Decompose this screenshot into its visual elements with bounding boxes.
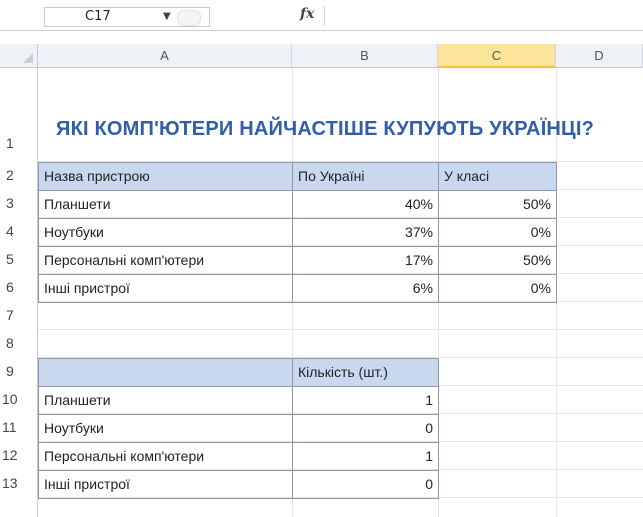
function-icon[interactable]: fx [300, 6, 314, 22]
row-header-6[interactable]: 6 [0, 273, 38, 301]
row-header-3[interactable]: 3 [0, 189, 38, 217]
formula-divider [324, 6, 325, 26]
row-header-2[interactable]: 2 [0, 161, 38, 189]
column-header-a[interactable]: A [38, 44, 292, 68]
table2-cell-count[interactable]: 1 [292, 442, 439, 471]
table2-header-empty[interactable] [38, 358, 293, 387]
table1-cell-device[interactable]: Персональні комп'ютери [38, 246, 293, 275]
row-header-4[interactable]: 4 [0, 217, 38, 245]
row-header-12[interactable]: 12 [0, 441, 38, 469]
table1-cell-class[interactable]: 50% [438, 246, 557, 275]
select-all-corner[interactable] [0, 44, 38, 68]
row-header-11[interactable]: 11 [0, 413, 38, 441]
row-header-9[interactable]: 9 [0, 357, 38, 385]
table1-cell-class[interactable]: 0% [438, 274, 557, 303]
resize-handle-icon[interactable] [177, 10, 201, 26]
formula-bar-area: C17 ▼ fx [0, 0, 643, 31]
table2-cell-device[interactable]: Планшети [38, 386, 293, 415]
table1-cell-ukraine[interactable]: 40% [292, 190, 439, 219]
row-header-10[interactable]: 10 [0, 385, 38, 413]
table1-cell-device[interactable]: Інші пристрої [38, 274, 293, 303]
row-header-7[interactable]: 7 [0, 301, 38, 329]
table2-cell-count[interactable]: 0 [292, 414, 439, 443]
formula-input[interactable] [328, 6, 640, 26]
column-header-d[interactable]: D [556, 44, 643, 68]
table1-cell-device[interactable]: Ноутбуки [38, 218, 293, 247]
row-header-8[interactable]: 8 [0, 329, 38, 357]
row-header-1[interactable]: 1 [0, 68, 38, 161]
row-header-14[interactable] [0, 497, 38, 517]
table2-cell-device[interactable]: Персональні комп'ютери [38, 442, 293, 471]
table2-cell-device[interactable]: Ноутбуки [38, 414, 293, 443]
name-box[interactable]: C17 ▼ [44, 7, 210, 27]
select-all-icon [23, 53, 33, 63]
table1-cell-device[interactable]: Планшети [38, 190, 293, 219]
table1-cell-ukraine[interactable]: 17% [292, 246, 439, 275]
row-header-5[interactable]: 5 [0, 245, 38, 273]
column-header-c[interactable]: C [438, 44, 556, 68]
table1-cell-ukraine[interactable]: 6% [292, 274, 439, 303]
table2-cell-device[interactable]: Інші пристрої [38, 470, 293, 499]
table2-cell-count[interactable]: 0 [292, 470, 439, 499]
table2-header-count[interactable]: Кількість (шт.) [292, 358, 439, 387]
table1-cell-ukraine[interactable]: 37% [292, 218, 439, 247]
chevron-down-icon[interactable]: ▼ [163, 8, 171, 26]
gridline [38, 329, 643, 330]
sheet-title[interactable]: ЯКІ КОМП'ЮТЕРИ НАЙЧАСТІШЕ КУПУЮТЬ УКРАЇН… [56, 118, 594, 141]
table1-header-ukraine[interactable]: По Україні [292, 162, 439, 191]
table2-cell-count[interactable]: 1 [292, 386, 439, 415]
table1-cell-class[interactable]: 50% [438, 190, 557, 219]
name-box-value: C17 [85, 9, 111, 24]
column-header-b[interactable]: B [292, 44, 438, 68]
table1-header-class[interactable]: У класі [438, 162, 557, 191]
table1-header-device[interactable]: Назва пристрою [38, 162, 293, 191]
table1-cell-class[interactable]: 0% [438, 218, 557, 247]
row-header-13[interactable]: 13 [0, 469, 38, 497]
